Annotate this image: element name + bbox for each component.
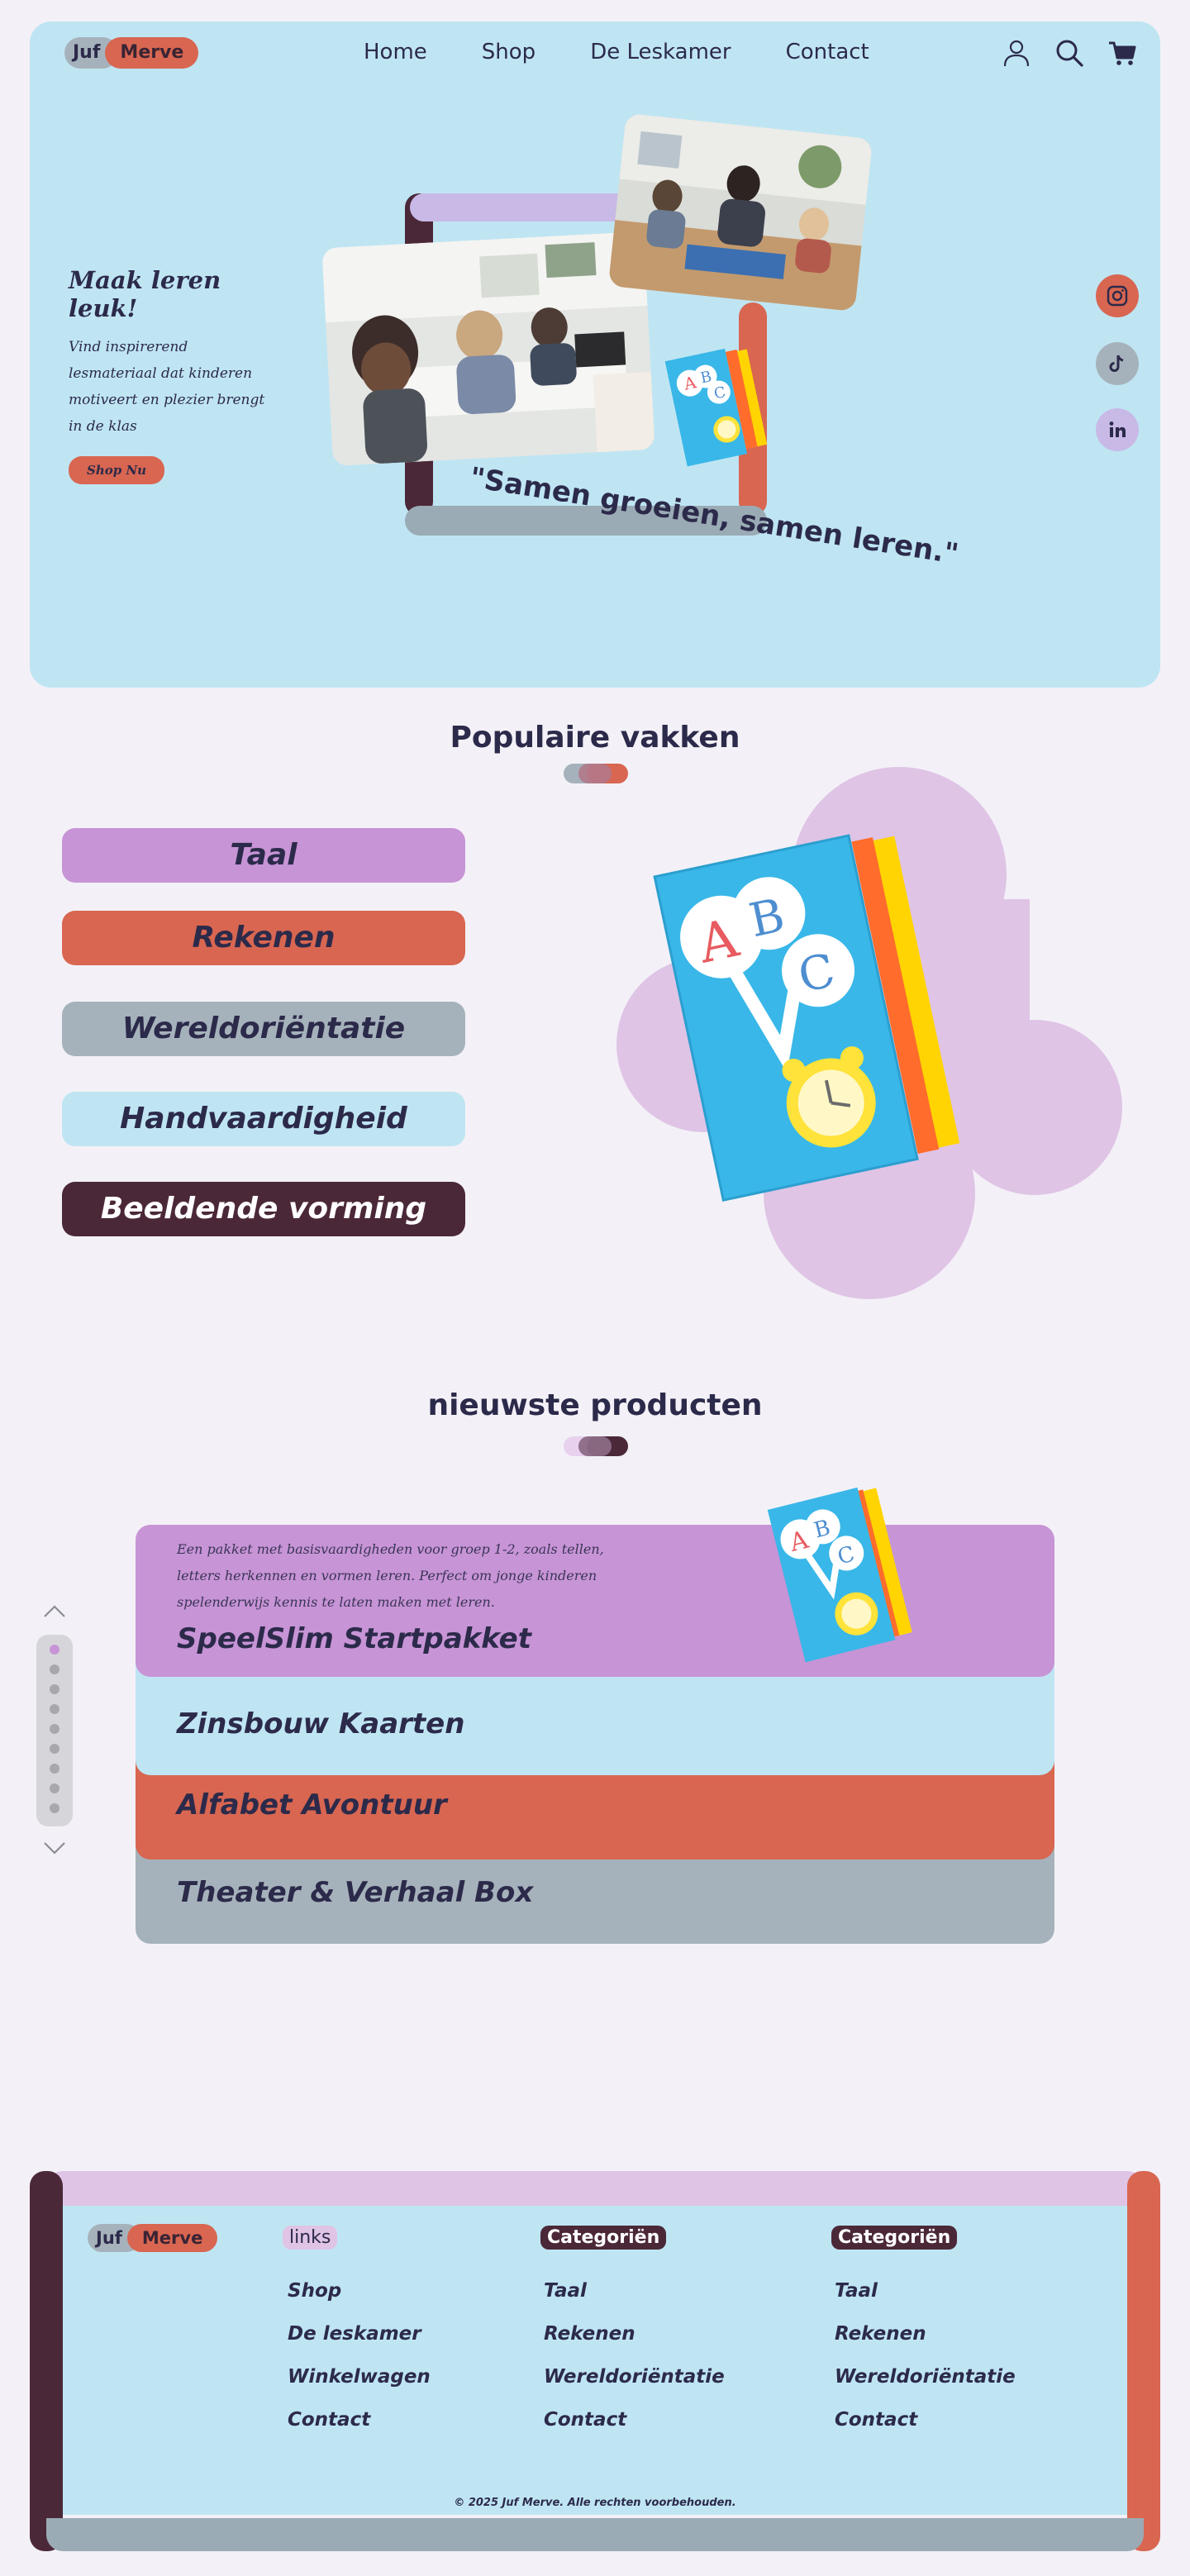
product-pagination[interactable] bbox=[36, 1635, 73, 1826]
nav-home[interactable]: Home bbox=[364, 40, 427, 64]
subject-wereldorientatie[interactable]: Wereldoriëntatie bbox=[62, 1002, 465, 1056]
footer-link-contact[interactable]: Contact bbox=[544, 2409, 626, 2431]
abc-book-illustration: A B C bbox=[616, 767, 1122, 1299]
footer-bar-bottom bbox=[46, 2518, 1144, 2551]
pagination-dot[interactable] bbox=[50, 1783, 60, 1793]
product-description: Een pakket met basisvaardigheden voor gr… bbox=[177, 1541, 604, 1610]
footer-bar-top bbox=[46, 2171, 1144, 2206]
chevron-down-icon[interactable] bbox=[43, 1840, 66, 1856]
footer: Juf Merve links Shop De leskamer Winkelw… bbox=[30, 2171, 1160, 2551]
footer-link-taal[interactable]: Taal bbox=[835, 2280, 878, 2302]
pagination-dot[interactable] bbox=[50, 1744, 60, 1754]
logo-part-merve: Merve bbox=[105, 37, 199, 69]
subject-rekenen[interactable]: Rekenen bbox=[62, 911, 465, 965]
footer-link-wereldorientatie[interactable]: Wereldoriëntatie bbox=[835, 2366, 1016, 2388]
footer-link-shop[interactable]: Shop bbox=[288, 2280, 341, 2302]
hero-section: Juf Merve Home Shop De Leskamer Contact … bbox=[30, 21, 1160, 688]
subject-label: Wereldoriëntatie bbox=[121, 1012, 406, 1045]
pagination-dot[interactable] bbox=[50, 1803, 60, 1813]
subject-label: Rekenen bbox=[192, 921, 336, 955]
footer-links-title: links bbox=[283, 2226, 338, 2250]
pagination-dot[interactable] bbox=[50, 1764, 60, 1774]
hero-intro: Maak leren leuk! Vind inspirerend lesmat… bbox=[69, 266, 275, 484]
footer-link-wereldorientatie[interactable]: Wereldoriëntatie bbox=[544, 2366, 725, 2388]
subject-taal[interactable]: Taal bbox=[62, 828, 465, 883]
logo-part-merve: Merve bbox=[126, 2224, 218, 2252]
popular-subjects-title: Populaire vakken bbox=[450, 721, 740, 755]
pagination-dot[interactable] bbox=[50, 1664, 60, 1674]
chevron-up-icon[interactable] bbox=[43, 1603, 66, 1620]
linkedin-icon[interactable] bbox=[1096, 408, 1139, 451]
footer-link-taal[interactable]: Taal bbox=[544, 2280, 587, 2302]
header-icons bbox=[1000, 36, 1139, 69]
footer-panel bbox=[63, 2206, 1130, 2515]
new-products-title: nieuwste producten bbox=[427, 1388, 763, 1422]
nav-shop[interactable]: Shop bbox=[482, 40, 536, 64]
footer-link-contact[interactable]: Contact bbox=[288, 2409, 370, 2431]
footer-bar-right bbox=[1127, 2171, 1160, 2551]
logo[interactable]: Juf Merve bbox=[64, 37, 199, 69]
search-icon[interactable] bbox=[1053, 36, 1086, 69]
product-name: Zinsbouw Kaarten bbox=[177, 1707, 465, 1740]
teacher-photo bbox=[607, 112, 873, 312]
hero-text: Vind inspirerend lesmateriaal dat kinder… bbox=[69, 339, 265, 435]
pagination-dot-active[interactable] bbox=[50, 1645, 60, 1655]
footer-link-rekenen[interactable]: Rekenen bbox=[544, 2323, 635, 2345]
cart-icon[interactable] bbox=[1106, 36, 1139, 69]
footer-categories-title: Categoriën bbox=[831, 2226, 958, 2250]
product-image: A B C bbox=[767, 1487, 912, 1663]
abc-book-small: A B C bbox=[661, 335, 800, 480]
pagination-dot[interactable] bbox=[50, 1684, 60, 1694]
product-name: SpeelSlim Startpakket bbox=[177, 1622, 531, 1655]
hero-title: Maak leren leuk! bbox=[69, 266, 221, 322]
footer-link-rekenen[interactable]: Rekenen bbox=[835, 2323, 926, 2345]
classroom-photo bbox=[321, 231, 655, 467]
shop-now-button[interactable]: Shop Nu bbox=[69, 456, 165, 484]
product-name: Theater & Verhaal Box bbox=[177, 1876, 534, 1909]
footer-link-leskamer[interactable]: De leskamer bbox=[288, 2323, 421, 2345]
nav-de-leskamer[interactable]: De Leskamer bbox=[590, 40, 731, 64]
subject-label: Handvaardigheid bbox=[120, 1102, 407, 1136]
subject-beeldende-vorming[interactable]: Beeldende vorming bbox=[62, 1182, 465, 1236]
product-name: Alfabet Avontuur bbox=[177, 1788, 447, 1821]
footer-link-winkelwagen[interactable]: Winkelwagen bbox=[288, 2366, 431, 2388]
footer-logo[interactable]: Juf Merve bbox=[88, 2224, 218, 2252]
subject-handvaardigheid[interactable]: Handvaardigheid bbox=[62, 1092, 465, 1146]
pagination-dot[interactable] bbox=[50, 1724, 60, 1734]
user-icon[interactable] bbox=[1000, 36, 1033, 69]
pagination-dot[interactable] bbox=[50, 1704, 60, 1714]
instagram-icon[interactable] bbox=[1096, 274, 1139, 317]
subject-label: Beeldende vorming bbox=[100, 1192, 427, 1226]
footer-categories-title: Categoriën bbox=[540, 2226, 667, 2250]
subject-label: Taal bbox=[230, 838, 298, 872]
section-indicator bbox=[564, 1436, 628, 1456]
nav-contact[interactable]: Contact bbox=[786, 40, 869, 64]
copyright: © 2025 Juf Merve. Alle rechten voorbehou… bbox=[454, 2497, 736, 2509]
footer-link-contact[interactable]: Contact bbox=[835, 2409, 917, 2431]
tiktok-icon[interactable] bbox=[1096, 342, 1139, 385]
footer-bar-left bbox=[30, 2171, 63, 2551]
main-nav: Home Shop De Leskamer Contact bbox=[364, 40, 924, 64]
